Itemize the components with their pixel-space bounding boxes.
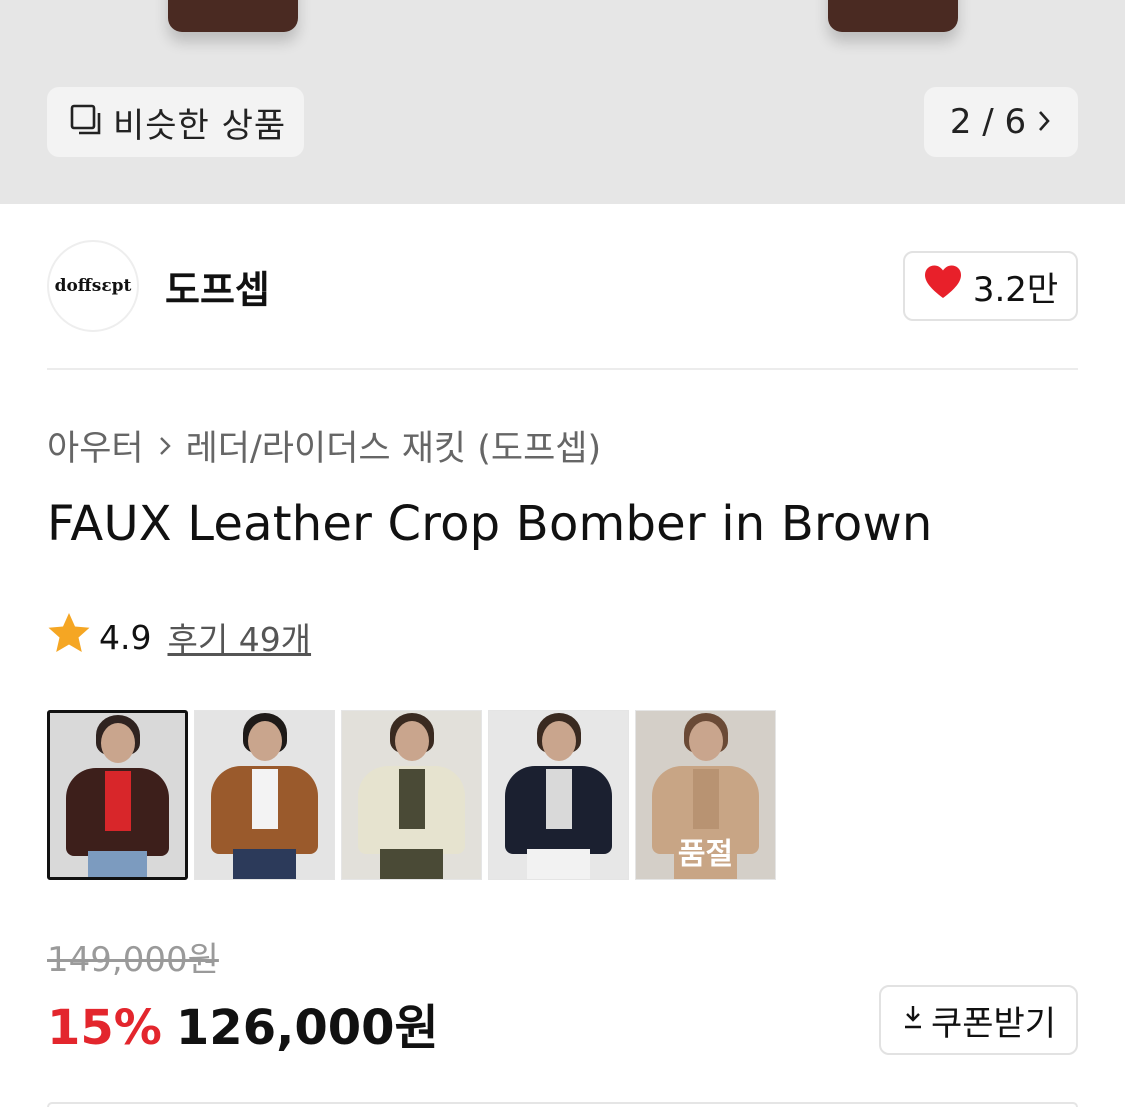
similar-products-button[interactable]: 비슷한 상품 [47,87,305,157]
image-pager-button[interactable]: 2 / 6 [924,87,1078,157]
rating-score: 4.9 [99,617,152,657]
brand-logo[interactable]: doffsεpt [47,240,139,332]
thumbnail-option[interactable] [341,710,482,880]
thumbnail-option[interactable] [194,710,335,880]
color-option-thumbnails: 품절 [47,710,776,880]
coupon-download-button[interactable]: 쿠폰받기 [879,985,1078,1055]
star-icon [47,612,91,662]
download-icon [901,1000,925,1040]
rating-row: 4.9 후기 49개 [47,612,311,662]
divider [47,368,1078,370]
similar-products-label: 비슷한 상품 [113,105,287,146]
next-section-edge [47,1102,1078,1107]
heart-icon [923,264,963,309]
pager-text: 2 / 6 [949,102,1027,142]
brand-row: doffsεpt 도프셉 3.2만 [47,240,1078,332]
product-image-carousel[interactable]: 비슷한 상품 2 / 6 [0,0,1125,204]
thumbnail-option[interactable] [47,710,188,880]
like-button[interactable]: 3.2만 [903,251,1078,321]
product-title: FAUX Leather Crop Bomber in Brown [47,496,933,552]
brand-logo-text: doffsεpt [54,276,132,296]
product-image-right [828,0,958,32]
chevron-right-icon [158,426,172,466]
thumbnail-option-soldout[interactable]: 품절 [635,710,776,880]
coupon-label: 쿠폰받기 [930,1003,1057,1044]
thumbnail-option[interactable] [488,710,629,880]
product-image-left [168,0,298,32]
breadcrumb: 아우터 레더/라이더스 재킷 (도프셉) [47,420,601,471]
sale-price: 126,000원 [175,1000,439,1056]
discount-rate: 15% [47,1000,162,1056]
brand-name[interactable]: 도프셉 [165,259,270,314]
similar-icon [69,103,103,141]
breadcrumb-category[interactable]: 아우터 [47,420,144,471]
breadcrumb-subcategory[interactable]: 레더/라이더스 재킷 (도프셉) [186,420,602,471]
reviews-link[interactable]: 후기 49개 [167,613,311,661]
soldout-label: 품절 [677,837,734,872]
original-price: 149,000원 [47,940,219,980]
price-row: 15% 126,000원 [47,988,439,1058]
chevron-right-icon [1036,102,1052,142]
like-count: 3.2만 [972,269,1059,310]
